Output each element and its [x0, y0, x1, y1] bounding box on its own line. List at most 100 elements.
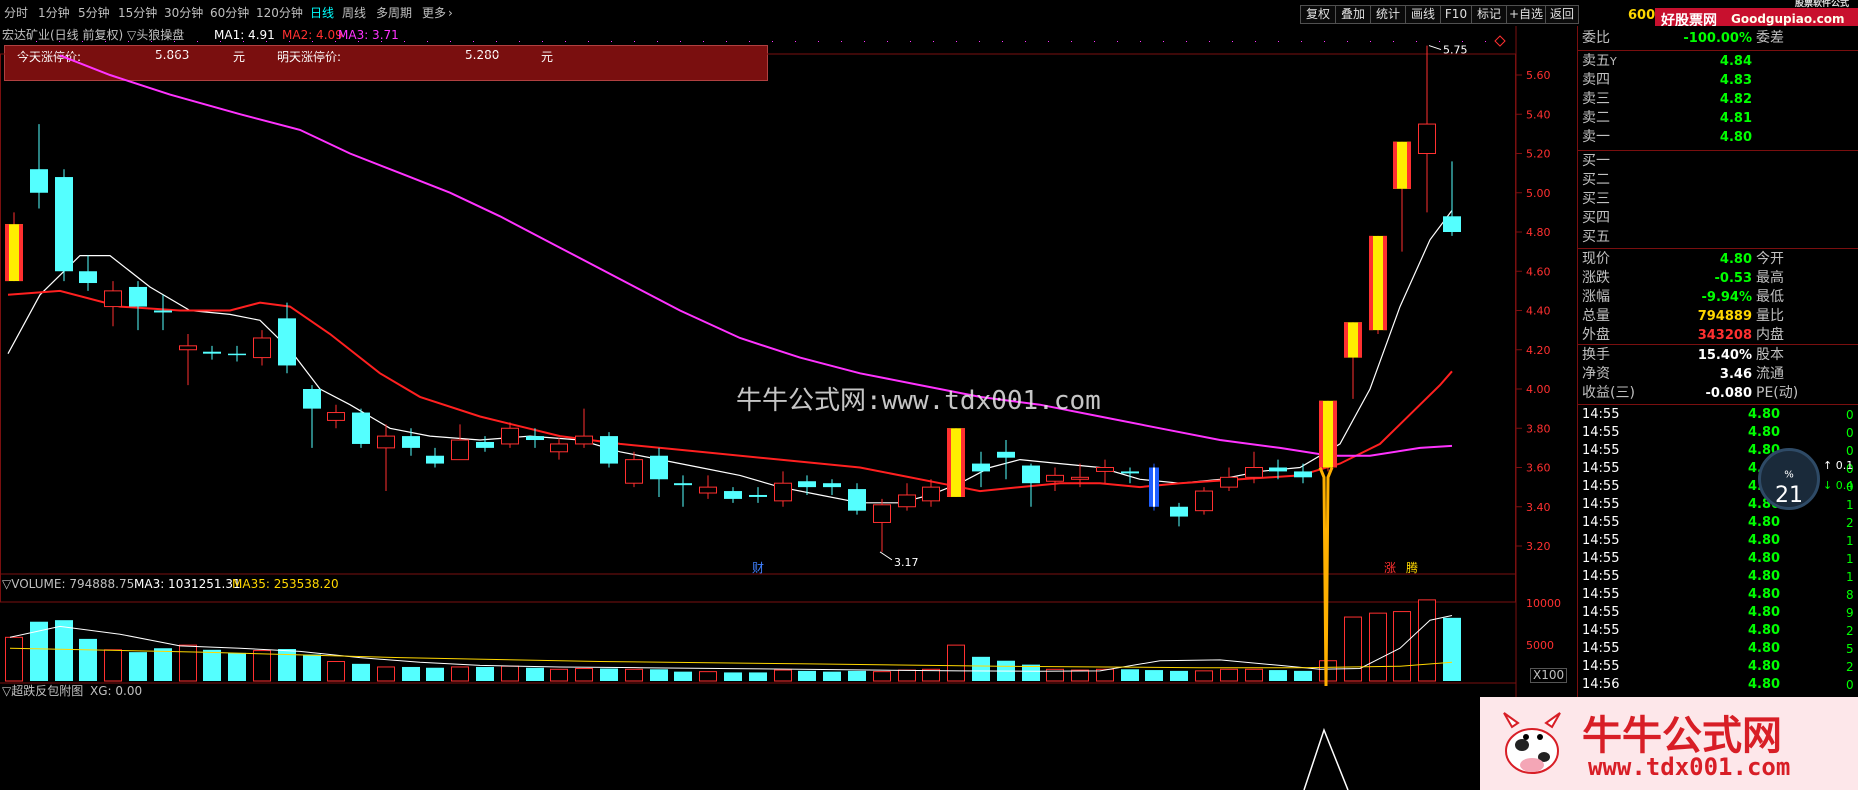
- tab-120min[interactable]: 120分钟: [254, 5, 305, 22]
- stat-label: 换手: [1582, 347, 1610, 363]
- top-dot: [1025, 41, 1026, 42]
- up-candle: [550, 443, 568, 453]
- down-candle: [203, 351, 221, 354]
- top-dot: [358, 41, 359, 42]
- volume-bar-down: [352, 663, 370, 681]
- mark-button[interactable]: 标记: [1471, 5, 1507, 24]
- up-candle: [501, 427, 519, 445]
- tab-30min[interactable]: 30分钟: [162, 5, 205, 22]
- indicator-xg: XG: 0.00: [90, 684, 143, 698]
- tab-5min[interactable]: 5分钟: [76, 5, 112, 22]
- stat-value: -9.94%: [1701, 290, 1753, 305]
- bid-row: 买五: [1578, 228, 1858, 247]
- top-dot: [864, 41, 865, 42]
- chevron-right-icon[interactable]: ›: [446, 5, 455, 22]
- indicator-label: ▽超跌反包附图: [2, 684, 84, 698]
- ask-label: 卖三: [1582, 91, 1610, 107]
- tab-multi-period[interactable]: 多周期: [374, 5, 414, 22]
- tab-fenshi[interactable]: 分时: [2, 5, 30, 22]
- volume-bar-up: [774, 669, 792, 682]
- up-candle: [1245, 467, 1263, 478]
- add-watchlist-button[interactable]: +自选: [1506, 5, 1546, 24]
- stat-row: 涨幅 -9.94% 最低: [1578, 288, 1858, 307]
- bid-row: 买一: [1578, 152, 1858, 171]
- volume-bar-down: [526, 667, 544, 681]
- tick-time: 14:55: [1582, 515, 1620, 530]
- vol-tick-label: 5000: [1526, 639, 1554, 652]
- bid-label: 买四: [1582, 210, 1610, 226]
- tick-time: 14:55: [1582, 623, 1620, 638]
- top-dot: [427, 41, 428, 42]
- tick-row: 14:56 4.80 0: [1578, 676, 1858, 694]
- diamond-icon: [1494, 35, 1506, 47]
- tab-daily[interactable]: 日线: [308, 5, 336, 22]
- stat-label2: 内盘: [1756, 327, 1784, 343]
- tab-weekly[interactable]: 周线: [340, 5, 368, 22]
- stats-button[interactable]: 统计: [1370, 5, 1406, 24]
- volume-bar-down: [674, 671, 692, 681]
- down-candle: [426, 455, 444, 464]
- top-dot: [1485, 41, 1486, 42]
- volume-bar-up: [5, 636, 23, 682]
- stat-label2: PE(动): [1756, 385, 1799, 401]
- main-frame: [0, 53, 1516, 603]
- weibi-label: 委比: [1582, 30, 1610, 46]
- volume-bar-down: [1022, 664, 1040, 681]
- down-candle: [749, 494, 767, 497]
- top-dot: [588, 41, 589, 42]
- stat-row: 收益(三) -0.080 PE(动): [1578, 384, 1858, 403]
- down-candle: [1022, 465, 1040, 484]
- price-tick-label: 4.20: [1526, 344, 1551, 357]
- volume-bar-down: [1170, 670, 1188, 681]
- ask-price: 4.83: [1719, 73, 1752, 88]
- volume-bar-up: [550, 668, 568, 682]
- tick-price: 4.80: [1748, 515, 1781, 530]
- down-candle: [674, 483, 692, 486]
- top-dot: [1094, 41, 1095, 42]
- tick-row: 14:55 4.80 2: [1578, 514, 1858, 532]
- fuquan-button[interactable]: 复权: [1300, 5, 1336, 24]
- down-candle: [303, 389, 321, 409]
- volume-bar-down: [1269, 670, 1287, 681]
- tick-time: 14:55: [1582, 425, 1620, 440]
- tick-volume: 0: [1846, 678, 1854, 692]
- down-candle: [1294, 471, 1312, 478]
- stat-value: 3.46: [1719, 367, 1752, 382]
- up-candle: [1096, 467, 1114, 472]
- volume-ma35-label: MA35: 253538.20: [232, 577, 339, 591]
- volume-bar-up: [1245, 668, 1263, 682]
- volume-unit: X100: [1530, 668, 1568, 683]
- up-candle: [898, 494, 916, 508]
- down-candle: [476, 441, 494, 448]
- volume-bar-up: [1195, 670, 1213, 682]
- top-dot: [1393, 41, 1394, 42]
- back-button[interactable]: 返回: [1545, 5, 1579, 24]
- ask-price: 4.81: [1719, 111, 1752, 126]
- tick-row: 14:55 4.80 2: [1578, 622, 1858, 640]
- up-candle: [1220, 476, 1238, 488]
- tick-row: 14:55 4.80 0: [1578, 406, 1858, 424]
- draw-line-button[interactable]: 画线: [1405, 5, 1441, 24]
- ask-price: 4.84: [1719, 54, 1752, 69]
- tick-volume: 0: [1846, 408, 1854, 422]
- tab-more[interactable]: 更多: [420, 5, 448, 22]
- brand-sub: 股票软件公式: [1795, 0, 1850, 9]
- volume-bar-down: [55, 620, 73, 681]
- down-candle: [972, 463, 990, 472]
- tab-60min[interactable]: 60分钟: [208, 5, 251, 22]
- top-dot: [1163, 41, 1164, 42]
- volume-bar-down: [476, 666, 494, 681]
- down-candle: [997, 451, 1015, 458]
- f10-button[interactable]: F10: [1440, 5, 1472, 24]
- price-tick-label: 3.20: [1526, 540, 1551, 553]
- tab-15min[interactable]: 15分钟: [116, 5, 159, 22]
- overlay-button[interactable]: 叠加: [1335, 5, 1371, 24]
- quote-panel: 委比 -100.00% 委差 卖五Y 4.84 卖四 4.83 卖三 4.82 卖二 4.81…: [1577, 26, 1858, 790]
- tab-1min[interactable]: 1分钟: [36, 5, 72, 22]
- low-price-label: 3.17: [894, 556, 919, 569]
- ma2-line: [7, 289, 1453, 493]
- stat-row: 总量 794889 量比: [1578, 307, 1858, 326]
- top-dot: [243, 41, 244, 42]
- volume-bar-up: [1344, 616, 1362, 682]
- stat-row: 涨跌 -0.53 最高: [1578, 269, 1858, 288]
